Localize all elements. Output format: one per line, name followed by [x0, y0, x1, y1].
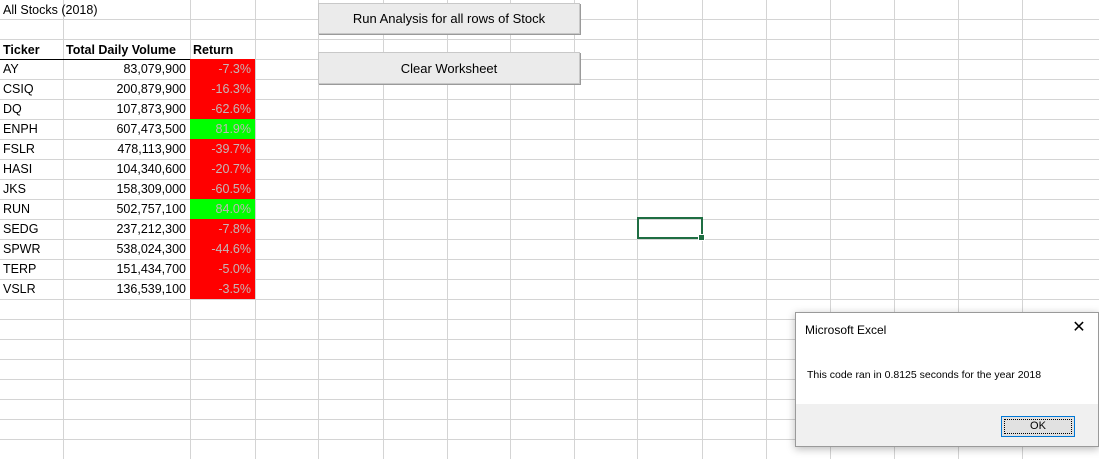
header-return: Return	[193, 43, 234, 57]
return-cell: -16.3%	[190, 79, 255, 99]
ticker-cell: AY	[3, 62, 19, 76]
ticker-cell: RUN	[3, 202, 31, 216]
volume-cell: 158,309,000	[116, 182, 186, 196]
volume-cell: 83,079,900	[123, 62, 186, 76]
sheet-title: All Stocks (2018)	[3, 3, 98, 17]
focus-ring	[1004, 419, 1072, 434]
ticker-cell: SPWR	[3, 242, 41, 256]
return-cell: -3.5%	[190, 279, 255, 299]
volume-cell: 104,340,600	[116, 162, 186, 176]
run-analysis-button[interactable]: Run Analysis for all rows of Stock	[318, 3, 580, 34]
volume-cell: 200,879,900	[116, 82, 186, 96]
return-cell: -44.6%	[190, 239, 255, 259]
dialog-title: Microsoft Excel	[805, 323, 887, 337]
header-ticker: Ticker	[3, 43, 40, 57]
volume-cell: 538,024,300	[116, 242, 186, 256]
column-gridline	[255, 0, 256, 459]
volume-cell: 478,113,900	[117, 142, 186, 156]
worksheet[interactable]: All Stocks (2018) Ticker Total Daily Vol…	[0, 0, 1099, 459]
return-cell: -60.5%	[190, 179, 255, 199]
return-cell: 84.0%	[190, 199, 255, 219]
row-gridline	[0, 299, 1099, 300]
ticker-cell: JKS	[3, 182, 26, 196]
return-cell: -7.3%	[190, 59, 255, 79]
volume-cell: 151,434,700	[116, 262, 186, 276]
return-cell: 81.9%	[190, 119, 255, 139]
ticker-cell: DQ	[3, 102, 22, 116]
ticker-cell: ENPH	[3, 122, 38, 136]
volume-cell: 107,873,900	[116, 102, 186, 116]
ticker-cell: FSLR	[3, 142, 35, 156]
ticker-cell: VSLR	[3, 282, 36, 296]
clear-worksheet-button[interactable]: Clear Worksheet	[318, 52, 580, 84]
return-cell: -7.8%	[190, 219, 255, 239]
message-dialog: Microsoft Excel ✕ This code ran in 0.812…	[795, 312, 1099, 447]
ticker-cell: SEDG	[3, 222, 39, 236]
return-cell: -5.0%	[190, 259, 255, 279]
active-cell-selection[interactable]	[637, 217, 705, 241]
volume-cell: 136,539,100	[116, 282, 186, 296]
header-total-daily-volume: Total Daily Volume	[66, 43, 176, 57]
column-gridline	[766, 0, 767, 459]
close-icon[interactable]: ✕	[1070, 319, 1088, 337]
return-cell: -62.6%	[190, 99, 255, 119]
ticker-cell: CSIQ	[3, 82, 34, 96]
ticker-cell: TERP	[3, 262, 37, 276]
return-cell: -20.7%	[190, 159, 255, 179]
ticker-cell: HASI	[3, 162, 33, 176]
dialog-message: This code ran in 0.8125 seconds for the …	[807, 369, 1042, 381]
volume-cell: 502,757,100	[116, 202, 186, 216]
dialog-footer: OK	[796, 404, 1098, 446]
return-cell: -39.7%	[190, 139, 255, 159]
fill-handle[interactable]	[698, 234, 705, 241]
volume-cell: 607,473,500	[116, 122, 186, 136]
volume-cell: 237,212,300	[116, 222, 186, 236]
ok-button[interactable]: OK	[1001, 416, 1075, 437]
